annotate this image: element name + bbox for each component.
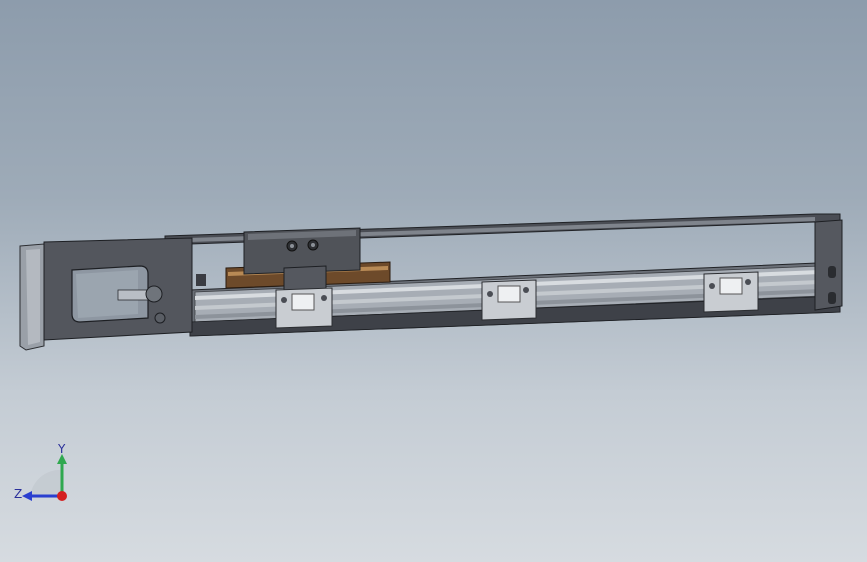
orientation-triad[interactable]: Y Z	[10, 440, 80, 510]
motor-mount	[19, 237, 206, 351]
x-axis-icon	[57, 491, 67, 501]
z-axis-label: Z	[14, 487, 22, 501]
triad-plane-icon	[30, 469, 62, 498]
support-block-2	[481, 279, 537, 321]
linear-actuator-model[interactable]	[0, 0, 867, 562]
support-block-1	[275, 287, 333, 329]
cad-viewport[interactable]: Y Z	[0, 0, 867, 562]
support-block-3	[703, 271, 759, 313]
y-axis-label: Y	[57, 442, 66, 456]
